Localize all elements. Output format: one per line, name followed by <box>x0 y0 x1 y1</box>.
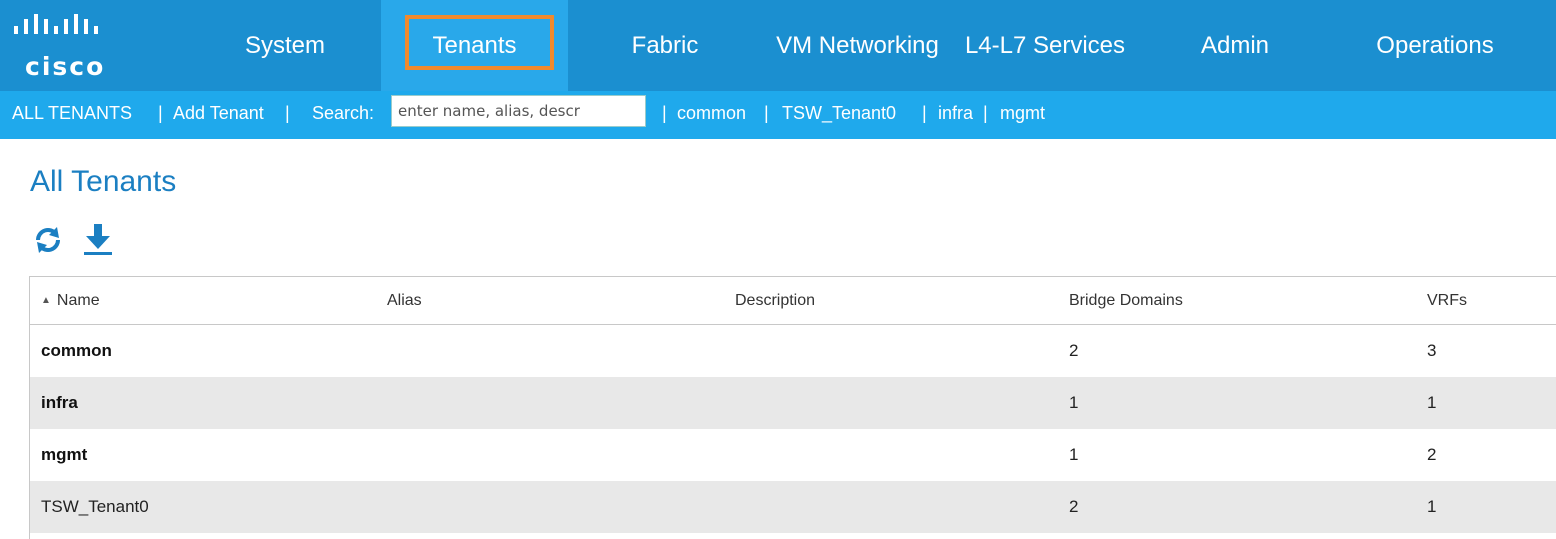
tenant-name[interactable]: mgmt <box>41 429 87 481</box>
all-tenants-link[interactable]: ALL TENANTS <box>12 103 132 124</box>
tenant-vrfs: 1 <box>1427 497 1437 516</box>
tenant-bridge-domains: 2 <box>1069 497 1079 516</box>
page-title: All Tenants <box>30 165 177 198</box>
top-navigation: cisco System Tenants Fabric VM Networkin… <box>0 0 1556 91</box>
tenant-vrfs: 3 <box>1427 341 1437 360</box>
recent-tenant-mgmt[interactable]: mgmt <box>1000 103 1045 124</box>
tenant-bridge-domains: 1 <box>1069 445 1079 464</box>
sort-ascending-icon: ▲ <box>41 295 51 306</box>
separator: | <box>983 103 988 123</box>
column-header-bridge-domains[interactable]: Bridge Domains <box>1069 277 1183 324</box>
tenant-bridge-domains: 2 <box>1069 341 1079 360</box>
nav-operations[interactable]: Operations <box>1355 0 1515 91</box>
column-header-description[interactable]: Description <box>735 277 815 324</box>
table-row[interactable]: infra 1 1 <box>30 377 1556 429</box>
sub-navigation: ALL TENANTS | Add Tenant | Search: | com… <box>0 91 1556 139</box>
tenants-highlight-box <box>405 15 554 70</box>
tenant-name[interactable]: TSW_Tenant0 <box>41 481 149 533</box>
refresh-icon[interactable] <box>30 222 66 263</box>
column-header-vrfs[interactable]: VRFs <box>1427 277 1467 324</box>
column-header-name-label: Name <box>56 292 100 309</box>
nav-vm-networking[interactable]: VM Networking <box>770 0 945 91</box>
separator: | <box>285 103 290 123</box>
separator: | <box>764 103 769 123</box>
tenant-vrfs: 1 <box>1427 393 1437 412</box>
table-row[interactable]: common 2 3 <box>30 325 1556 377</box>
search-input[interactable] <box>391 95 646 127</box>
tenant-name[interactable]: infra <box>41 377 78 429</box>
nav-fabric[interactable]: Fabric <box>600 0 730 91</box>
column-header-name[interactable]: ▲ Name <box>41 277 100 324</box>
recent-tenant-tsw[interactable]: TSW_Tenant0 <box>782 103 896 124</box>
tenant-bridge-domains: 1 <box>1069 393 1079 412</box>
add-tenant-link[interactable]: Add Tenant <box>173 103 264 124</box>
recent-tenant-infra[interactable]: infra <box>938 103 973 124</box>
tenant-vrfs: 2 <box>1427 445 1437 464</box>
table-header: ▲ Name Alias Description Bridge Domains V… <box>30 277 1556 325</box>
nav-l4-l7-services[interactable]: L4-L7 Services <box>950 0 1140 91</box>
cisco-logo-text: cisco <box>25 52 106 81</box>
separator: | <box>922 103 927 123</box>
separator: | <box>158 103 163 123</box>
tenant-name[interactable]: common <box>41 325 112 377</box>
table-row[interactable]: mgmt 1 2 <box>30 429 1556 481</box>
download-icon[interactable] <box>80 222 116 263</box>
table-row[interactable]: TSW_Tenant0 2 1 <box>30 481 1556 533</box>
column-header-alias[interactable]: Alias <box>387 277 422 324</box>
search-label: Search: <box>312 103 375 123</box>
tenants-table: ▲ Name Alias Description Bridge Domains V… <box>29 276 1556 539</box>
cisco-bars-icon <box>14 14 98 34</box>
nav-admin[interactable]: Admin <box>1175 0 1295 91</box>
nav-system[interactable]: System <box>200 0 370 91</box>
separator: | <box>662 103 667 123</box>
recent-tenant-common[interactable]: common <box>677 103 746 124</box>
